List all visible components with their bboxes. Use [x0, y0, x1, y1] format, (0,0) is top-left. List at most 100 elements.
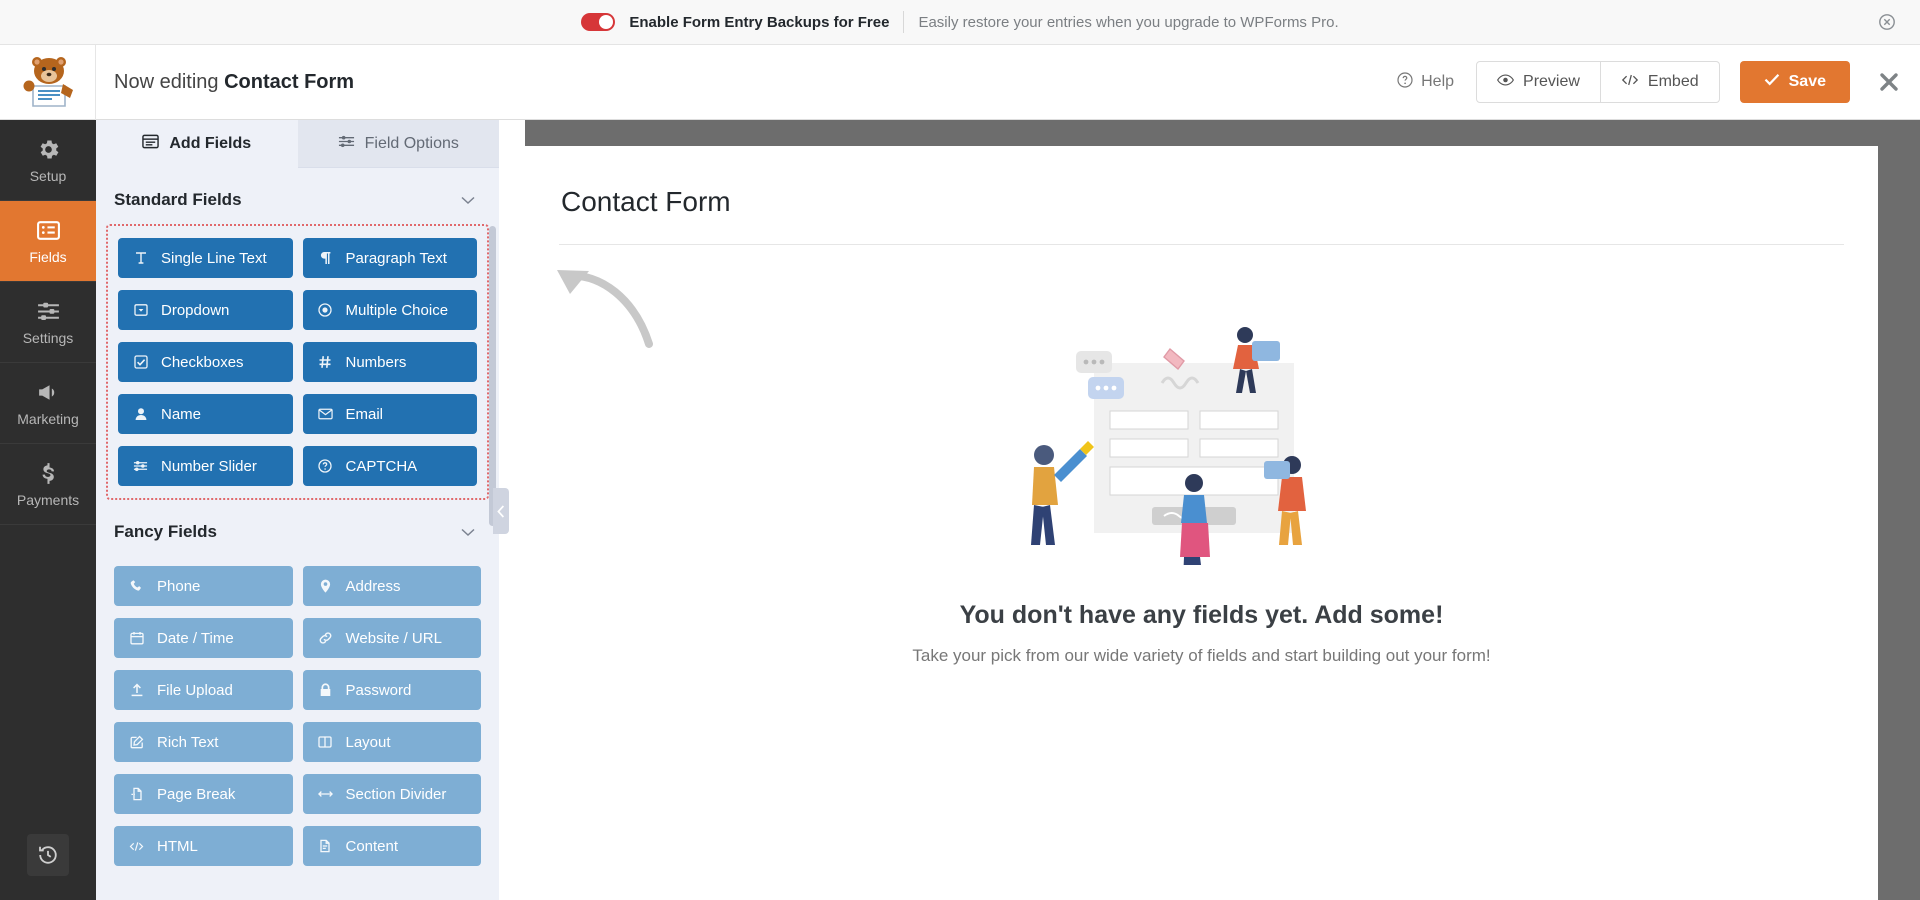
save-button[interactable]: Save	[1740, 61, 1850, 103]
empty-state-subtitle: Take your pick from our wide variety of …	[559, 646, 1844, 666]
sliders-icon	[132, 459, 149, 473]
checkbox-icon	[132, 355, 149, 369]
field-button-label: Phone	[157, 578, 200, 595]
form-builder-app: Enable Form Entry Backups for Free Easil…	[0, 0, 1920, 900]
preview-button[interactable]: Preview	[1476, 61, 1601, 103]
empty-form-illustration	[559, 315, 1844, 565]
chevron-down-icon[interactable]	[461, 192, 475, 208]
sidebar-item-marketing[interactable]: Marketing	[0, 363, 96, 444]
arrows-horizontal-icon	[317, 787, 334, 801]
help-label: Help	[1421, 73, 1454, 91]
section-header-standard-fields[interactable]: Standard Fields	[96, 168, 499, 224]
field-button-name[interactable]: Name	[118, 394, 293, 434]
field-button-checkboxes[interactable]: Checkboxes	[118, 342, 293, 382]
field-button-label: HTML	[157, 838, 198, 855]
user-icon	[132, 407, 149, 421]
pencil-square-icon	[128, 735, 145, 749]
preview-label: Preview	[1523, 73, 1580, 91]
hash-icon	[317, 355, 334, 369]
field-button-label: File Upload	[157, 682, 233, 699]
field-button-phone[interactable]: Phone	[114, 566, 293, 606]
tab-add-fields[interactable]: Add Fields	[96, 120, 298, 168]
sidebar-item-label: Settings	[23, 330, 74, 346]
embed-label: Embed	[1648, 73, 1699, 91]
field-button-address[interactable]: Address	[303, 566, 482, 606]
field-button-website-url[interactable]: Website / URL	[303, 618, 482, 658]
field-button-multiple-choice[interactable]: Multiple Choice	[303, 290, 478, 330]
entry-backups-toggle[interactable]	[581, 13, 615, 31]
close-builder-icon[interactable]	[1876, 69, 1902, 95]
notification-bar: Enable Form Entry Backups for Free Easil…	[0, 0, 1920, 45]
toggle-knob	[599, 15, 613, 29]
field-button-file-upload[interactable]: File Upload	[114, 670, 293, 710]
panel-scrollbar[interactable]	[489, 226, 496, 526]
embed-button[interactable]: Embed	[1601, 61, 1720, 103]
field-button-section-divider[interactable]: Section Divider	[303, 774, 482, 814]
field-button-label: Checkboxes	[161, 354, 244, 371]
sliders-icon	[35, 298, 61, 324]
question-circle-icon	[1397, 72, 1413, 93]
field-button-email[interactable]: Email	[303, 394, 478, 434]
field-button-paragraph-text[interactable]: Paragraph Text	[303, 238, 478, 278]
collapse-panel-handle[interactable]	[493, 488, 509, 534]
field-button-label: Section Divider	[346, 786, 447, 803]
panel-tabs: Add Fields Field Options	[96, 120, 499, 168]
field-button-password[interactable]: Password	[303, 670, 482, 710]
sidebar-item-settings[interactable]: Settings	[0, 282, 96, 363]
tab-field-options[interactable]: Field Options	[298, 120, 500, 168]
sidebar-item-label: Fields	[29, 249, 66, 265]
field-button-label: Password	[346, 682, 412, 699]
page-break-icon	[128, 787, 145, 801]
help-button[interactable]: Help	[1375, 72, 1476, 93]
link-icon	[317, 631, 334, 645]
section-header-fancy-fields[interactable]: Fancy Fields	[96, 500, 499, 556]
field-button-html[interactable]: HTML	[114, 826, 293, 866]
field-button-numbers[interactable]: Numbers	[303, 342, 478, 382]
field-button-label: Date / Time	[157, 630, 234, 647]
field-options-icon	[338, 134, 355, 154]
envelope-icon	[317, 407, 334, 421]
code-icon	[1621, 73, 1639, 92]
sidebar-item-setup[interactable]: Setup	[0, 120, 96, 201]
field-button-label: Multiple Choice	[346, 302, 449, 319]
revision-history-icon[interactable]	[27, 834, 69, 876]
form-name: Contact Form	[224, 71, 354, 93]
lock-icon	[317, 683, 334, 697]
empty-state-title: You don't have any fields yet. Add some!	[559, 601, 1844, 630]
field-button-label: Rich Text	[157, 734, 218, 751]
field-button-date-time[interactable]: Date / Time	[114, 618, 293, 658]
dollar-icon	[35, 460, 61, 486]
notification-subtitle: Easily restore your entries when you upg…	[918, 14, 1338, 31]
upload-icon	[128, 683, 145, 697]
field-button-label: Address	[346, 578, 401, 595]
section-title: Fancy Fields	[114, 522, 217, 542]
wpforms-mascot-logo	[0, 45, 96, 120]
tab-label: Field Options	[365, 135, 459, 153]
fancy-fields-grid: Phone Address Date / Time	[96, 556, 499, 880]
map-pin-icon	[317, 579, 334, 593]
notification-title: Enable Form Entry Backups for Free	[629, 14, 889, 31]
field-button-single-line-text[interactable]: Single Line Text	[118, 238, 293, 278]
builder-sidebar: Setup Fields Settings Marketing Payments	[0, 120, 96, 900]
field-button-label: Single Line Text	[161, 250, 267, 267]
form-preview-card: Contact Form	[525, 146, 1878, 900]
field-button-label: Paragraph Text	[346, 250, 447, 267]
sidebar-item-label: Setup	[30, 168, 67, 184]
field-button-dropdown[interactable]: Dropdown	[118, 290, 293, 330]
calendar-icon	[128, 631, 145, 645]
columns-icon	[317, 735, 334, 749]
megaphone-icon	[35, 379, 61, 405]
field-button-number-slider[interactable]: Number Slider	[118, 446, 293, 486]
field-button-rich-text[interactable]: Rich Text	[114, 722, 293, 762]
close-icon[interactable]	[1876, 11, 1898, 33]
chevron-down-icon[interactable]	[461, 524, 475, 540]
add-fields-panel: Add Fields Field Options Standard Fields	[96, 120, 499, 900]
field-button-layout[interactable]: Layout	[303, 722, 482, 762]
sidebar-item-fields[interactable]: Fields	[0, 201, 96, 282]
field-button-label: Dropdown	[161, 302, 229, 319]
sidebar-item-payments[interactable]: Payments	[0, 444, 96, 525]
content-icon	[317, 839, 334, 853]
field-button-captcha[interactable]: CAPTCHA	[303, 446, 478, 486]
field-button-content[interactable]: Content	[303, 826, 482, 866]
field-button-page-break[interactable]: Page Break	[114, 774, 293, 814]
